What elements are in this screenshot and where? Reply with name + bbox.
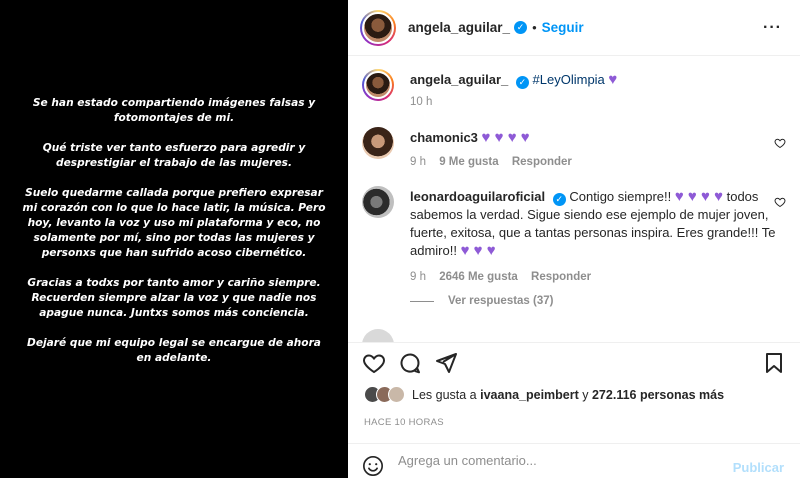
- comment-item: chamonic3 ♥ ♥ ♥ ♥ 9 h 9 Me gusta Respond…: [362, 127, 786, 171]
- like-heart-icon[interactable]: [362, 351, 386, 380]
- avatar[interactable]: [362, 186, 394, 218]
- comment-username[interactable]: chamonic3: [410, 130, 478, 145]
- comment-time[interactable]: 9 h: [410, 156, 426, 168]
- emoji-smiley-icon[interactable]: [362, 455, 384, 478]
- action-bar: [348, 342, 800, 384]
- reply-button[interactable]: Responder: [512, 156, 572, 168]
- comment-username[interactable]: leonardoaguilaroficial: [410, 189, 545, 204]
- more-options-icon[interactable]: ···: [763, 19, 782, 37]
- purple-heart-emoji: ♥: [608, 71, 618, 88]
- purple-heart-emoji: ♥ ♥ ♥: [460, 242, 496, 259]
- comment-meta: 9 h 9 Me gusta Responder: [410, 153, 786, 171]
- likes-middle: y: [578, 387, 592, 402]
- avatar[interactable]: [360, 9, 396, 46]
- comment-bubble-icon[interactable]: [398, 351, 422, 380]
- publish-button[interactable]: Publicar: [733, 460, 784, 475]
- share-send-icon[interactable]: [434, 351, 458, 380]
- avatar[interactable]: [362, 329, 394, 342]
- post-paragraph: Se han estado compartiendo imágenes fals…: [32, 97, 316, 124]
- likes-text: Les gusta a ivaana_peimbert y 272.116 pe…: [412, 388, 724, 402]
- separator-dot: •: [532, 20, 537, 35]
- avatar[interactable]: [362, 69, 394, 101]
- heart-outline-icon[interactable]: [774, 137, 786, 152]
- purple-heart-emoji: ♥ ♥ ♥ ♥: [674, 188, 723, 205]
- verified-badge-icon: ✓: [514, 21, 528, 34]
- reply-button[interactable]: Responder: [531, 271, 591, 283]
- comment-time[interactable]: 9 h: [410, 271, 426, 283]
- avatar: [388, 386, 405, 403]
- post-paragraph: Dejaré que mi equipo legal se encargue d…: [27, 337, 321, 364]
- post-image[interactable]: Se han estado compartiendo imágenes fals…: [0, 0, 348, 478]
- comment-item: leonardoaguilaroficial ✓ Contigo siempre…: [362, 186, 786, 286]
- comment-likes[interactable]: 2646 Me gusta: [439, 271, 518, 283]
- post-header: angela_aguilar_ ✓ • Seguir ···: [348, 0, 800, 56]
- hashtag-link[interactable]: #LeyOlimpia: [533, 72, 605, 87]
- post-details-panel: angela_aguilar_ ✓ • Seguir ··· angela_ag…: [348, 0, 800, 478]
- comments-list[interactable]: angela_aguilar_ ✓ #LeyOlimpia ♥ 10 h cha…: [348, 57, 800, 342]
- comment-input[interactable]: [398, 453, 728, 468]
- likes-count[interactable]: 272.116 personas más: [592, 388, 724, 402]
- caption-username[interactable]: angela_aguilar_: [410, 72, 508, 87]
- verified-badge-icon: ✓: [552, 193, 566, 206]
- view-replies-label: Ver respuestas (37): [448, 295, 554, 307]
- view-replies-button[interactable]: Ver respuestas (37): [410, 295, 553, 307]
- comment-text: Contigo siempre!!: [569, 189, 675, 204]
- post-paragraph: Suelo quedarme callada porque prefiero e…: [22, 187, 326, 259]
- caption: angela_aguilar_ ✓ #LeyOlimpia ♥ 10 h: [362, 69, 786, 111]
- post-timestamp[interactable]: HACE 10 HORAS: [364, 417, 444, 428]
- likes-summary[interactable]: Les gusta a ivaana_peimbert y 272.116 pe…: [364, 386, 724, 403]
- header-username[interactable]: angela_aguilar_: [408, 20, 510, 35]
- post-paragraph: Qué triste ver tanto esfuerzo para agred…: [42, 142, 306, 169]
- liked-by-user[interactable]: ivaana_peimbert: [480, 388, 579, 402]
- post-paragraph: Gracias a todxs por tanto amor y cariño …: [27, 277, 321, 319]
- caption-time[interactable]: 10 h: [410, 96, 432, 108]
- comment-likes[interactable]: 9 Me gusta: [439, 156, 498, 168]
- comment-meta: 9 h 2646 Me gusta Responder: [410, 268, 786, 286]
- caption-meta: 10 h: [410, 93, 786, 111]
- likes-prefix: Les gusta a: [412, 387, 481, 402]
- post-image-text: Se han estado compartiendo imágenes fals…: [18, 96, 330, 381]
- verified-badge-icon: ✓: [515, 76, 529, 89]
- follow-button[interactable]: Seguir: [542, 20, 584, 35]
- save-bookmark-icon[interactable]: [762, 351, 786, 380]
- avatar[interactable]: [362, 127, 394, 159]
- purple-heart-emoji: ♥ ♥ ♥ ♥: [481, 129, 530, 146]
- heart-outline-icon[interactable]: [774, 196, 786, 211]
- comment-form: Publicar: [348, 443, 800, 478]
- divider: [410, 300, 434, 302]
